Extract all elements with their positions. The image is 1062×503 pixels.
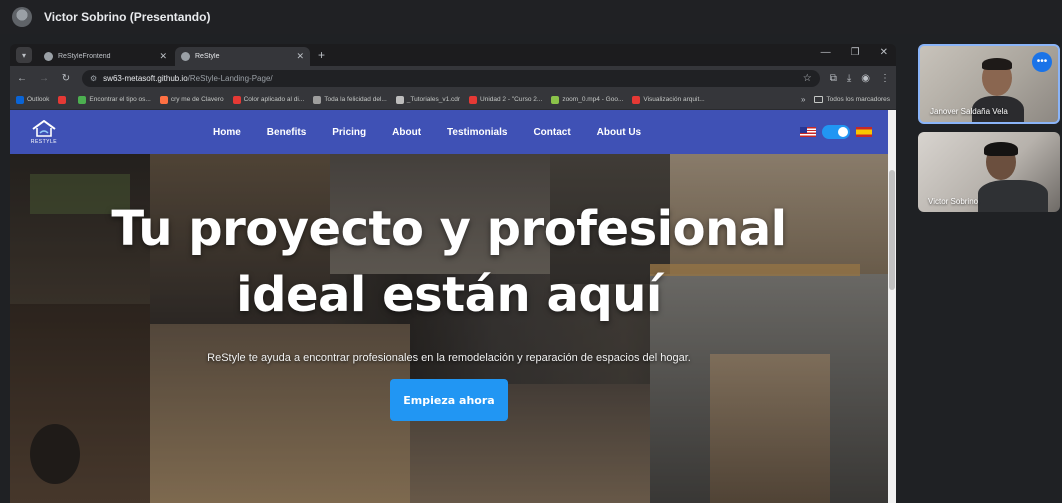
site-navbar: RESTYLE Home Benefits Pricing About Test…	[10, 110, 888, 154]
house-logo-icon	[32, 119, 56, 137]
close-window-icon[interactable]: ✕	[880, 47, 888, 58]
url-path: /ReStyle-Landing-Page/	[187, 73, 273, 83]
bookmark-item[interactable]: zoom_0.mp4 - Goo...	[551, 95, 623, 104]
presenter-label: Victor Sobrino (Presentando)	[44, 10, 211, 24]
bookmark-favicon-icon	[632, 95, 641, 104]
tab-title: ReStyleFrontend	[58, 53, 111, 60]
bookmark-favicon-icon	[232, 95, 241, 104]
nav-benefits[interactable]: Benefits	[267, 127, 306, 138]
participant-hair	[984, 142, 1018, 156]
bookmark-item[interactable]: Unidad 2 - "Curso 2...	[469, 95, 542, 104]
scrollbar-thumb[interactable]	[889, 170, 895, 290]
meeting-top-bar: Victor Sobrino (Presentando)	[0, 0, 1062, 34]
outlook-icon	[16, 95, 24, 104]
bookmark-item[interactable]: Color aplicado al di...	[232, 95, 304, 104]
bookmark-favicon-icon	[469, 95, 478, 104]
minimize-icon[interactable]: —	[821, 47, 831, 58]
maximize-icon[interactable]: ❐	[851, 47, 860, 58]
more-options-icon[interactable]: •••	[1032, 52, 1052, 72]
logo-text: RESTYLE	[30, 138, 58, 145]
restyle-landing-page: RESTYLE Home Benefits Pricing About Test…	[10, 110, 896, 503]
youtube-icon	[58, 95, 67, 104]
url-host: sw63-metasoft.github.io	[103, 73, 188, 83]
close-icon[interactable]: ✕	[296, 51, 304, 62]
nav-pricing[interactable]: Pricing	[332, 127, 366, 138]
tab-restyle[interactable]: ReStyle ✕	[175, 47, 310, 66]
tab-title: ReStyle	[195, 53, 220, 60]
us-flag-icon[interactable]	[800, 127, 816, 137]
bookmarks-bar: Outlook Encontrar el tipo os... cry me d…	[10, 90, 896, 110]
shared-browser-window: ▾ ReStyleFrontend ✕ ReStyle ✕ + — ❐ ✕ ← …	[10, 44, 896, 503]
hero-title-line-1: Tu proyecto y profesional	[111, 201, 787, 257]
tab-strip: ▾ ReStyleFrontend ✕ ReStyle ✕ + — ❐ ✕	[10, 44, 896, 66]
folder-icon	[814, 96, 824, 103]
start-now-button[interactable]: Empieza ahora	[390, 379, 508, 421]
hero-title: Tu proyecto y profesional ideal están aq…	[10, 196, 888, 328]
site-info-icon[interactable]: ⚙	[90, 74, 97, 83]
back-arrow-icon[interactable]: ←	[16, 73, 28, 84]
forward-arrow-icon[interactable]: →	[38, 73, 50, 84]
tab-search-button[interactable]: ▾	[16, 47, 32, 63]
participant-name: Victor Sobrino	[928, 197, 979, 206]
page-scrollbar[interactable]	[888, 110, 896, 503]
bookmark-item[interactable]: _Tutoriales_v1.cdr	[395, 95, 460, 104]
new-tab-plus-icon[interactable]: +	[318, 48, 325, 62]
presenter-avatar	[12, 7, 32, 27]
chevron-right-icon[interactable]: »	[801, 95, 805, 104]
bookmark-item[interactable]	[58, 95, 69, 104]
nav-about-us[interactable]: About Us	[597, 127, 641, 138]
bookmark-item[interactable]: Toda la felicidad del...	[313, 95, 387, 104]
reload-icon[interactable]: ↻	[60, 73, 72, 84]
bookmark-favicon-icon	[313, 95, 322, 104]
window-controls: — ❐ ✕	[821, 47, 888, 58]
bookmark-favicon-icon	[78, 95, 87, 104]
all-bookmarks-folder[interactable]: Todos los marcadores	[814, 96, 890, 103]
page-favicon-icon	[181, 52, 190, 61]
download-icon[interactable]: ⤓	[847, 73, 851, 84]
language-switcher	[800, 125, 872, 139]
participant-tile[interactable]: Victor Sobrino	[918, 132, 1060, 212]
participant-tile[interactable]: ••• Janover Saldaña Vela	[918, 44, 1060, 124]
bookmark-favicon-icon	[551, 95, 560, 104]
bookmark-item[interactable]: Outlook	[16, 95, 49, 104]
bookmark-favicon-icon	[395, 95, 404, 104]
bookmark-favicon-icon	[159, 95, 168, 104]
nav-home[interactable]: Home	[213, 127, 241, 138]
participant-name: Janover Saldaña Vela	[930, 107, 1008, 116]
spain-flag-icon[interactable]	[856, 127, 872, 137]
participant-hair	[982, 58, 1012, 70]
nav-about[interactable]: About	[392, 127, 421, 138]
hero-title-line-2: ideal están aquí	[236, 267, 662, 323]
tab-restyle-frontend[interactable]: ReStyleFrontend ✕	[38, 47, 173, 66]
nav-links: Home Benefits Pricing About Testimonials…	[213, 127, 641, 138]
bookmark-star-icon[interactable]: ☆	[803, 73, 812, 84]
nav-testimonials[interactable]: Testimonials	[447, 127, 507, 138]
participant-body	[978, 180, 1048, 212]
address-bar[interactable]: ⚙ sw63-metasoft.github.io /ReStyle-Landi…	[82, 69, 820, 87]
hero-subtitle: ReStyle te ayuda a encontrar profesional…	[207, 352, 691, 364]
bookmark-item[interactable]: Visualización arquit...	[632, 95, 705, 104]
nav-contact[interactable]: Contact	[533, 127, 570, 138]
bookmark-item[interactable]: Encontrar el tipo os...	[78, 95, 151, 104]
restyle-logo[interactable]: RESTYLE	[20, 119, 68, 145]
bookmark-item[interactable]: cry me de Clavero	[159, 95, 224, 104]
language-toggle[interactable]	[822, 125, 850, 139]
extensions-icon[interactable]: ⧉	[830, 73, 837, 84]
close-icon[interactable]: ✕	[159, 51, 167, 62]
profile-icon[interactable]: ◉	[861, 73, 870, 84]
more-menu-icon[interactable]: ⋮	[880, 73, 890, 84]
github-favicon-icon	[44, 52, 53, 61]
browser-toolbar: ← → ↻ ⚙ sw63-metasoft.github.io /ReStyle…	[10, 66, 896, 90]
